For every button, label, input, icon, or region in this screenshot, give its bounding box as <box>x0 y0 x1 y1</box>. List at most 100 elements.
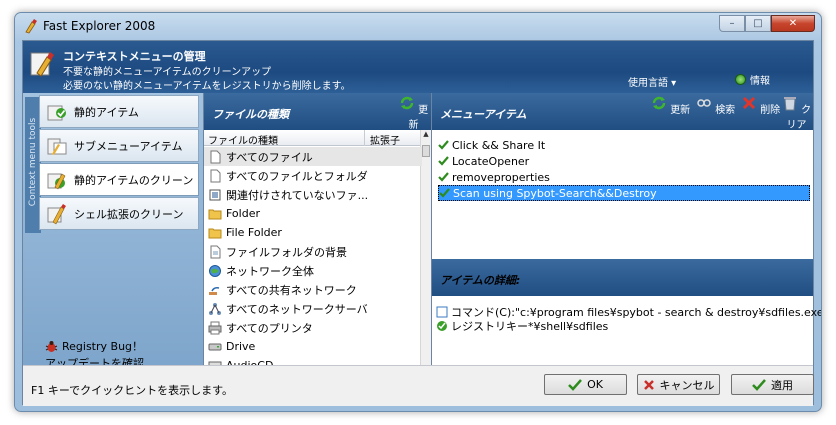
close-button[interactable]: ✕ <box>771 15 815 32</box>
header-banner: コンテキストメニューの管理 不要な静的メニューアイテムのクリーンアップ 必要のな… <box>23 41 813 93</box>
list-item[interactable]: すべての共有ネットワーク <box>204 280 422 299</box>
folder-background-icon <box>210 245 221 258</box>
cancel-button[interactable]: キャンセル <box>637 374 720 395</box>
list-item[interactable]: Click && Share It <box>438 137 810 153</box>
title-bar[interactable]: Fast Explorer 2008 – □ ✕ <box>15 13 821 40</box>
refresh-icon <box>652 96 666 110</box>
header-description: 必要のない静的メニューアイテムをレジストリから削除します。 <box>63 81 351 92</box>
printer-icon <box>208 321 222 334</box>
list-item[interactable]: LocateOpener <box>438 153 810 169</box>
menu-search-button[interactable]: 検索 <box>696 95 735 116</box>
menu-delete-button[interactable]: 削除 <box>741 95 780 116</box>
header-title: コンテキストメニューの管理 <box>63 50 206 63</box>
filetype-section-header: ファイルの種類 更新 <box>204 93 431 131</box>
registry-key-icon <box>437 321 447 331</box>
checkbox-checked-icon <box>438 156 449 166</box>
sidebar-item-label: サブメニューアイテム <box>74 139 183 153</box>
registry-bug-label: Registry Bug！ <box>62 340 144 353</box>
column-filetype[interactable]: ファイルの種類 <box>208 132 278 147</box>
apply-button[interactable]: 適用 <box>731 374 814 395</box>
app-icon <box>25 19 37 34</box>
registry-bug-link[interactable]: Registry Bug！ <box>45 338 143 354</box>
submenu-icon <box>47 138 67 155</box>
list-item[interactable]: すべてのプリンタ <box>204 318 422 337</box>
filetype-panel: ファイルの種類 更新 ファイルの種類 拡張子 ▲ すべてのファイル すべてのファ… <box>203 93 432 372</box>
clean-static-icon <box>47 173 66 189</box>
filetype-refresh-button[interactable]: 更新 <box>396 95 431 131</box>
clean-shell-icon <box>47 203 66 224</box>
scroll-thumb[interactable] <box>422 145 430 157</box>
list-item[interactable]: Scan using Spybot-Search&&Destroy <box>438 185 810 201</box>
server-icon <box>209 302 221 315</box>
list-item[interactable]: Drive <box>204 337 422 356</box>
sidebar-item-clean-static[interactable]: 静的アイテムのクリーン <box>39 163 199 196</box>
bug-icon <box>45 340 58 352</box>
menu-refresh-button[interactable]: 更新 <box>651 95 690 116</box>
list-item[interactable]: ネットワーク全体 <box>204 261 422 280</box>
header-subtitle: 不要な静的メニューアイテムのクリーンアップ <box>63 67 272 78</box>
drive-icon <box>208 343 222 350</box>
check-icon <box>752 378 766 391</box>
sidebar-item-label: 静的アイテムのクリーン <box>74 173 194 187</box>
client-area: コンテキストメニューの管理 不要な静的メニューアイテムのクリーンアップ 必要のな… <box>22 40 821 406</box>
list-item[interactable]: Folder <box>204 204 422 223</box>
filetype-list: すべてのファイル すべてのファイルとフォルダ 関連付けされていないファ... F… <box>204 147 422 375</box>
delete-icon <box>742 96 756 110</box>
list-item[interactable]: 関連付けされていないファ... <box>204 185 422 204</box>
unknown-file-icon <box>209 189 221 200</box>
menu-item-panel: メニューアイテム 更新 検索 削除 クリア Click && Share It … <box>432 93 821 365</box>
check-icon <box>568 378 582 391</box>
minimize-button[interactable]: – <box>719 15 745 32</box>
checkbox-checked-icon <box>439 188 450 198</box>
filetype-section-title: ファイルの種類 <box>212 108 289 121</box>
details-registry-row: レジストリキー*¥shell¥sdfiles <box>436 319 821 333</box>
list-item[interactable]: ファイルフォルダの背景 <box>204 242 422 261</box>
menu-clear-button[interactable]: クリア <box>780 95 813 131</box>
folder-icon <box>208 209 222 219</box>
sidebar-item-label: 静的アイテム <box>74 105 139 119</box>
details-registry-key: レジストリキー*¥shell¥sdfiles <box>451 320 609 333</box>
checkbox-checked-icon <box>438 140 449 150</box>
refresh-icon <box>400 96 414 110</box>
scroll-up-icon[interactable]: ▲ <box>421 130 431 141</box>
filetype-column-header: ファイルの種類 拡張子 <box>204 130 422 147</box>
search-icon <box>697 99 711 107</box>
info-link[interactable]: 情報 <box>735 72 770 87</box>
maximize-button[interactable]: □ <box>745 15 771 32</box>
sidebar-item-submenu[interactable]: サブメニューアイテム <box>39 129 199 162</box>
column-extension[interactable]: 拡張子 <box>364 130 422 147</box>
folder-icon <box>208 228 222 238</box>
checkbox-checked-icon <box>438 172 449 182</box>
command-icon <box>436 306 448 318</box>
list-item[interactable]: File Folder <box>204 223 422 242</box>
sidebar-item-clean-shell[interactable]: シェル拡張のクリーン <box>39 197 199 230</box>
menu-item-list: Click && Share It LocateOpener removepro… <box>438 137 810 201</box>
info-label: 情報 <box>750 76 770 87</box>
status-bar: F1 キーでクイックヒントを表示します。 OK キャンセル 適用 <box>23 365 814 406</box>
share-icon <box>209 286 220 295</box>
sidebar-item-static[interactable]: 静的アイテム <box>39 95 199 128</box>
details-body: コマンド(C):"c:¥program files¥spybot - searc… <box>436 305 821 333</box>
cancel-icon <box>643 379 654 390</box>
network-icon <box>209 264 221 277</box>
app-window: Fast Explorer 2008 – □ ✕ コンテキストメニューの管理 不… <box>14 12 822 412</box>
window-title: Fast Explorer 2008 <box>43 19 156 33</box>
details-section-header: アイテムの詳細: <box>432 259 813 296</box>
sidebar-item-label: シェル拡張のクリーン <box>74 207 184 221</box>
sidebar: Context menu tools 静的アイテム サブメニューアイテム 静的ア… <box>23 93 203 370</box>
menu-item-section-title: メニューアイテム <box>440 108 527 121</box>
list-item[interactable]: すべてのファイル <box>204 147 422 166</box>
file-icon <box>210 169 221 182</box>
menu-item-section-header: メニューアイテム 更新 検索 削除 クリア <box>432 93 813 131</box>
list-item[interactable]: removeproperties <box>438 169 810 185</box>
ok-button[interactable]: OK <box>544 374 627 395</box>
list-item[interactable]: すべてのネットワークサーバ <box>204 299 422 318</box>
file-icon <box>210 150 221 163</box>
details-command-row: コマンド(C):"c:¥program files¥spybot - searc… <box>436 305 821 319</box>
language-menu[interactable]: 使用言語 ▾ <box>628 74 676 89</box>
clear-icon <box>783 97 796 111</box>
context-menu-tool-icon <box>30 52 54 77</box>
info-icon <box>735 74 746 85</box>
list-item[interactable]: すべてのファイルとフォルダ <box>204 166 422 185</box>
static-items-icon <box>47 105 66 120</box>
